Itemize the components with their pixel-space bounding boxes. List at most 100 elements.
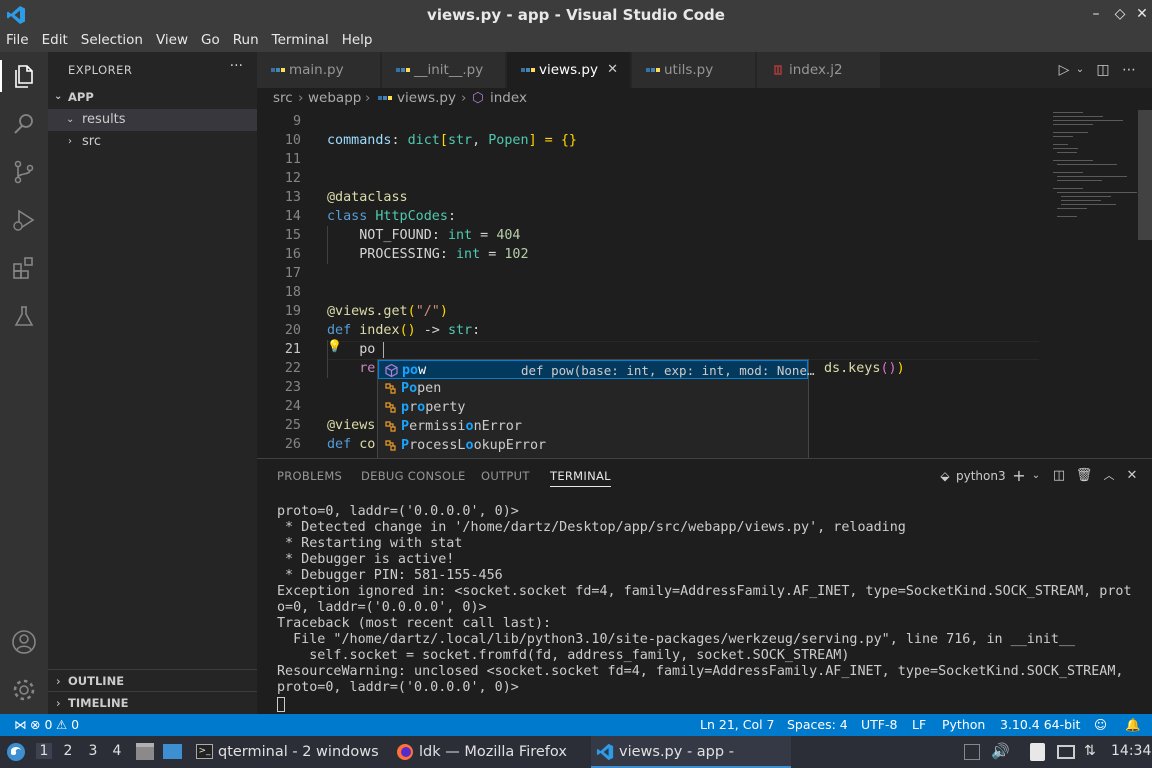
cursor-position[interactable]: Ln 21, Col 7 [700, 717, 775, 732]
code-line-22: re [327, 361, 376, 376]
folder-root-app[interactable]: ⌄ APP [48, 86, 257, 108]
workspace-3[interactable]: 3 [85, 743, 101, 759]
run-debug-icon[interactable] [8, 204, 40, 236]
tree-item-results[interactable]: ⌄ results [48, 109, 257, 131]
menu-go[interactable]: Go [195, 30, 227, 52]
workspace-4[interactable]: 4 [109, 743, 125, 759]
new-terminal-icon[interactable]: + [1010, 467, 1028, 485]
split-editor-icon[interactable]: ◫ [1093, 60, 1113, 80]
maximize-button[interactable]: ◇ [1110, 4, 1130, 24]
settings-gear-icon[interactable] [8, 674, 40, 706]
tree-item-src[interactable]: › src [48, 131, 257, 153]
explorer-icon[interactable] [8, 60, 40, 92]
workspace-2[interactable]: 2 [60, 743, 76, 759]
python-file-icon [521, 68, 535, 72]
terminal-line: ResourceWarning: unclosed <socket.socket… [277, 664, 1124, 679]
volume-icon[interactable]: 🔊 [991, 742, 1010, 760]
clock[interactable]: 14:34 [1111, 743, 1151, 759]
split-terminal-icon[interactable]: ◫ [1050, 467, 1068, 485]
run-options-chevron-icon[interactable]: ⌄ [1070, 60, 1090, 80]
suggestion-item-property[interactable]: property [378, 398, 808, 417]
start-menu-icon[interactable] [6, 742, 26, 762]
tab-terminal[interactable]: TERMINAL [550, 469, 611, 487]
minimize-button[interactable]: – [1086, 4, 1106, 24]
tab-index-j2[interactable]: index.j2 [757, 52, 881, 88]
menu-run[interactable]: Run [227, 30, 266, 52]
menu-terminal[interactable]: Terminal [266, 30, 336, 52]
task-firefox[interactable]: ldk — Mozilla Firefox [392, 736, 584, 768]
breadcrumb-webapp[interactable]: webapp [308, 90, 361, 106]
tray-display-icon[interactable] [1057, 745, 1075, 759]
extensions-icon[interactable] [8, 252, 40, 284]
title-bar: views.py - app - Visual Studio Code – ◇ … [0, 0, 1152, 30]
file-manager-icon[interactable] [136, 743, 154, 760]
menu-selection[interactable]: Selection [75, 30, 150, 52]
outline-section[interactable]: › OUTLINE [48, 669, 257, 691]
feedback-icon[interactable]: ☺ [1094, 717, 1107, 732]
end-of-line[interactable]: LF [912, 717, 926, 732]
code-line-16: PROCESSING: int = 102 [327, 247, 529, 262]
terminal-dropdown-chevron-icon[interactable]: ⌄ [1027, 467, 1045, 485]
breadcrumb-views-py[interactable]: views.py [397, 90, 456, 106]
terminal-shell-icon: ⬙ [940, 469, 950, 483]
account-icon[interactable] [8, 626, 40, 658]
notifications-bell-icon[interactable]: 🔔 [1125, 717, 1141, 733]
line-number: 16 [284, 247, 301, 262]
more-actions-icon[interactable]: ⋯ [1119, 60, 1139, 80]
workspace-1[interactable]: 1 [36, 743, 52, 759]
language-mode[interactable]: Python [942, 717, 985, 732]
suggestion-item-processlookuperror[interactable]: ProcessLookupError [378, 436, 808, 455]
tray-network-icon[interactable]: ⇅ [1084, 743, 1096, 759]
suggestion-item-permissionerror[interactable]: PermissionError [378, 417, 808, 436]
task-vscode[interactable]: views.py - app - Visual... [591, 736, 791, 768]
outline-label: OUTLINE [68, 674, 125, 688]
maximize-panel-chevron-up-icon[interactable]: ︿ [1100, 467, 1118, 485]
tray-notes-icon[interactable] [1030, 743, 1045, 761]
search-icon[interactable] [8, 108, 40, 140]
tray-clipboard-icon[interactable] [964, 744, 980, 760]
tab-label: views.py [539, 62, 598, 78]
tab-views-py[interactable]: views.py ✕ [507, 52, 631, 88]
lightbulb-icon[interactable]: 💡 [327, 339, 342, 353]
encoding[interactable]: UTF-8 [861, 717, 897, 732]
tab-init-py[interactable]: __init__.py [382, 52, 506, 88]
tab-problems[interactable]: PROBLEMS [277, 469, 342, 483]
kill-terminal-trash-icon[interactable]: 🗑 [1075, 467, 1093, 485]
menu-view[interactable]: View [150, 30, 195, 52]
indentation[interactable]: Spaces: 4 [787, 717, 848, 732]
menu-help[interactable]: Help [336, 30, 380, 52]
task-qterminal[interactable]: >_ qterminal - 2 windows [192, 736, 382, 768]
menu-edit[interactable]: Edit [36, 30, 75, 52]
terminal-cursor[interactable] [277, 697, 285, 712]
tab-debug-console[interactable]: DEBUG CONSOLE [361, 469, 466, 483]
terminal-line: * Debugger is active! [277, 552, 455, 567]
explorer-more-button[interactable]: ··· [230, 58, 243, 74]
breadcrumb-separator: › [365, 90, 371, 106]
python-interpreter[interactable]: 3.10.4 64-bit [1000, 717, 1080, 732]
remote-icon[interactable]: ⋈ [14, 717, 27, 732]
tab-utils-py[interactable]: utils.py [632, 52, 756, 88]
close-panel-icon[interactable]: ✕ [1123, 467, 1141, 485]
show-desktop-icon[interactable] [163, 744, 182, 759]
suggestion-item-pow[interactable]: pow def pow(base: int, exp: int, mod: No… [378, 360, 815, 379]
terminal-name[interactable]: python3 [956, 469, 1006, 483]
suggestion-label: pow [402, 363, 427, 378]
close-tab-icon[interactable]: ✕ [607, 52, 618, 88]
breadcrumb-src[interactable]: src [273, 90, 293, 106]
warnings-count[interactable]: ⚠ 0 [56, 717, 79, 732]
menu-file[interactable]: File [0, 30, 36, 52]
tab-main-py[interactable]: main.py [257, 52, 381, 88]
suggestion-item-popen[interactable]: Popen [378, 379, 808, 398]
minimap-slider[interactable] [1138, 110, 1152, 240]
chevron-right-icon: › [56, 674, 61, 688]
source-control-icon[interactable] [8, 156, 40, 188]
close-window-button[interactable]: ✕ [1132, 4, 1152, 24]
minimap[interactable] [1039, 110, 1152, 458]
timeline-section[interactable]: › TIMELINE [48, 691, 257, 713]
testing-flask-icon[interactable] [8, 300, 40, 332]
breadcrumb-separator: › [298, 90, 304, 106]
breadcrumb-index[interactable]: index [490, 90, 527, 106]
tab-output[interactable]: OUTPUT [481, 469, 530, 483]
code-line-15: NOT_FOUND: int = 404 [327, 228, 521, 243]
errors-count[interactable]: ⊗ 0 [30, 717, 52, 732]
